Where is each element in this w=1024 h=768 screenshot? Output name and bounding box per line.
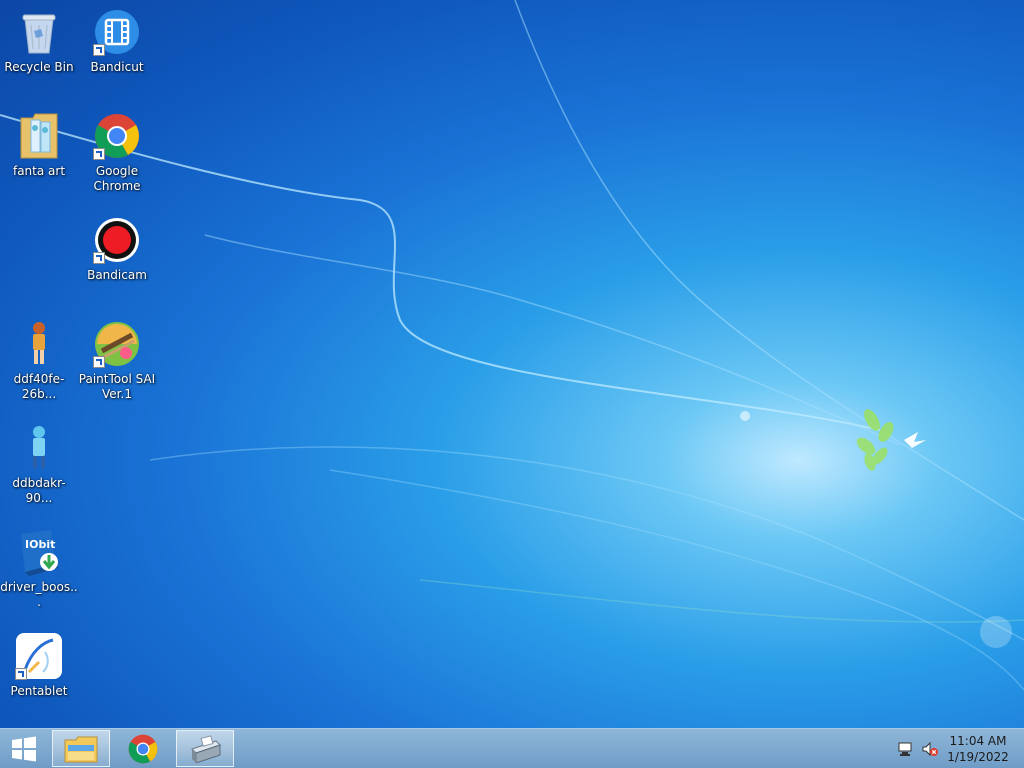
desktop-icon-label: Bandicam (87, 268, 147, 282)
desktop-icon-label: ddf40fe-26b... (13, 372, 65, 401)
desktop-icon-label: PaintTool SAI Ver.1 (78, 372, 156, 401)
shortcut-arrow-icon (15, 668, 27, 680)
desktop-icon-bandicut[interactable]: Bandicut (78, 4, 156, 100)
taskbar[interactable]: 11:04 AM 1/19/2022 (0, 728, 1024, 768)
chrome-icon (93, 112, 141, 160)
clock-date: 1/19/2022 (947, 750, 1009, 764)
desktop-icon-painttool-sai[interactable]: PaintTool SAI Ver.1 (78, 316, 156, 412)
bandicut-icon (93, 8, 141, 56)
recycle-bin-icon (15, 8, 63, 56)
desktop-icon-ddf40fe[interactable]: ddf40fe-26b... (0, 316, 78, 412)
scanner-icon (191, 734, 221, 763)
clock-time: 11:04 AM (949, 734, 1007, 748)
desktop-icon-fanta-art[interactable]: fanta art (0, 108, 78, 204)
desktop-icon-driver-booster[interactable]: IObit driver_boos... (0, 524, 78, 620)
system-clock[interactable]: 11:04 AM 1/19/2022 (946, 733, 1010, 765)
shortcut-arrow-icon (93, 148, 105, 160)
taskbar-chrome[interactable] (114, 730, 172, 767)
desktop-icon-bandicam[interactable]: Bandicam (78, 212, 156, 308)
taskbar-file-explorer[interactable] (52, 730, 110, 767)
start-button[interactable] (0, 729, 48, 768)
desktop-icon-label: Google Chrome (93, 164, 141, 193)
desktop-icon-label: Pentablet (10, 684, 68, 698)
volume-muted-icon (922, 741, 938, 757)
folder-icon (15, 112, 63, 160)
windows-logo-icon (12, 736, 36, 762)
pentablet-icon (15, 632, 63, 680)
bandicam-icon (93, 216, 141, 264)
desktop-icon-recycle-bin[interactable]: Recycle Bin (0, 4, 78, 100)
iobit-logo-text: IObit (25, 538, 55, 551)
desktop-icon-label: driver_boos... (0, 580, 78, 609)
tray-volume[interactable] (920, 729, 940, 768)
desktop-icon-google-chrome[interactable]: Google Chrome (78, 108, 156, 204)
desktop-icon-pentablet[interactable]: Pentablet (0, 628, 78, 724)
iobit-installer-icon: IObit (15, 528, 63, 576)
shortcut-arrow-icon (93, 356, 105, 368)
image-file-icon (15, 424, 63, 472)
painttool-sai-icon (93, 320, 141, 368)
taskbar-scanner[interactable] (176, 730, 234, 767)
shortcut-arrow-icon (93, 44, 105, 56)
image-file-icon (15, 320, 63, 368)
desktop-icon-label: Bandicut (90, 60, 144, 74)
desktop-icon-ddbdakr[interactable]: ddbdakr-90... (0, 420, 78, 516)
shortcut-arrow-icon (93, 252, 105, 264)
desktop-icon-label: Recycle Bin (4, 60, 74, 74)
file-explorer-icon (64, 736, 98, 762)
tray-network[interactable] (896, 729, 916, 768)
desktop-icon-label: ddbdakr-90... (12, 476, 66, 505)
desktop[interactable]: Recycle Bin Bandicut fanta art Google Ch… (0, 0, 1024, 768)
network-icon (898, 742, 912, 756)
chrome-icon (128, 734, 158, 763)
desktop-icon-label: fanta art (12, 164, 66, 178)
